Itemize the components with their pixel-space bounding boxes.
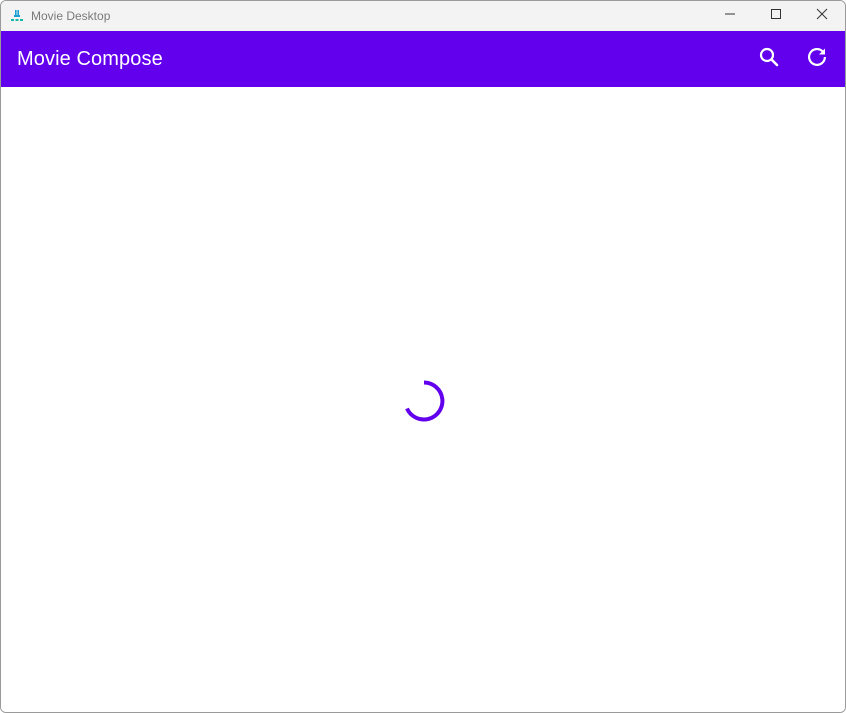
app-window: Movie Desktop Movie Compose xyxy=(0,0,846,713)
window-controls xyxy=(707,1,845,31)
maximize-button[interactable] xyxy=(753,1,799,31)
compose-app-icon xyxy=(9,8,25,24)
minimize-icon xyxy=(724,7,736,25)
content-area xyxy=(1,87,845,712)
close-button[interactable] xyxy=(799,1,845,31)
top-app-bar: Movie Compose xyxy=(1,31,845,87)
search-icon xyxy=(757,45,781,74)
window-title: Movie Desktop xyxy=(31,9,111,23)
search-button[interactable] xyxy=(745,35,793,83)
circular-progress-indicator xyxy=(405,380,445,422)
app-bar-title: Movie Compose xyxy=(17,47,163,70)
title-bar[interactable]: Movie Desktop xyxy=(1,1,845,31)
close-icon xyxy=(816,7,828,25)
refresh-icon xyxy=(805,45,829,74)
minimize-button[interactable] xyxy=(707,1,753,31)
maximize-icon xyxy=(770,7,782,25)
app-bar-actions xyxy=(745,31,841,87)
refresh-button[interactable] xyxy=(793,35,841,83)
